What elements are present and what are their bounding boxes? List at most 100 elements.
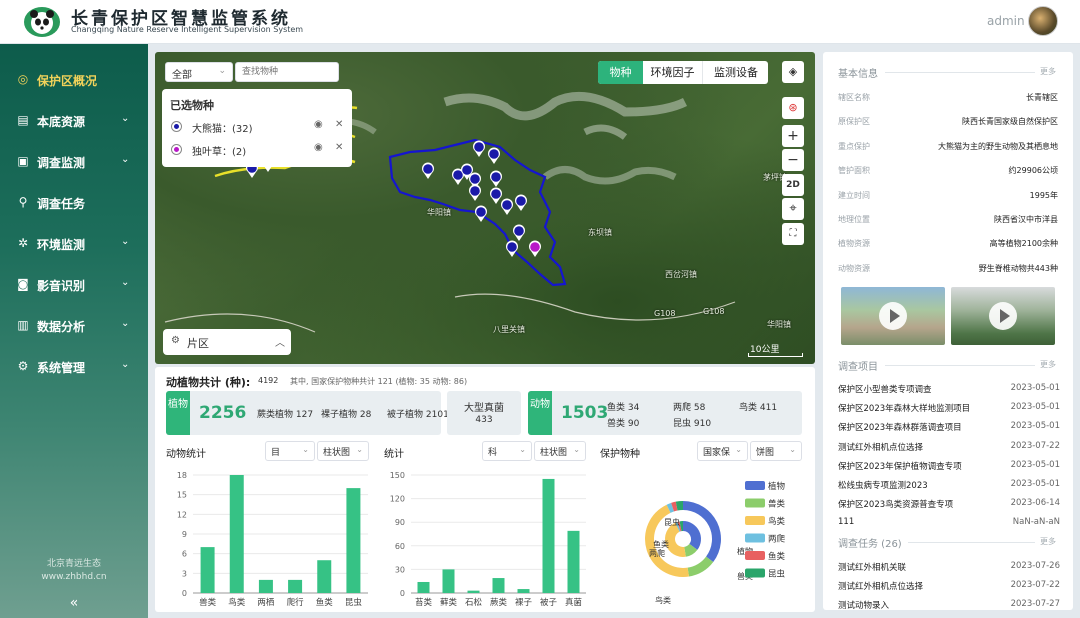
- animal-order-select[interactable]: 目 ⌄: [265, 441, 315, 461]
- species-search-input[interactable]: [235, 62, 339, 82]
- species-pin-icon[interactable]: [469, 184, 481, 201]
- sidebar-item-7[interactable]: ▥ 数据分析 ⌄: [0, 312, 148, 340]
- collapse-sidebar-icon[interactable]: «: [0, 595, 148, 611]
- projects-list-item[interactable]: 保护区2023鸟类资源普查专项 2023-06-14: [838, 496, 1060, 512]
- map-view[interactable]: 华阳镇东坝镇八里关镇茅坪镇西岔河镇华阳镇G108G108 全部 ⌄ 已选物种 大…: [155, 52, 815, 364]
- eye-icon[interactable]: ◉: [314, 142, 323, 153]
- zoom-out-icon[interactable]: −: [782, 149, 804, 171]
- 2d-toggle-button[interactable]: 2D: [782, 174, 804, 196]
- protected-chart-type-select[interactable]: 饼图 ⌄: [750, 441, 802, 461]
- compass-icon[interactable]: ⊛: [782, 97, 804, 119]
- selected-species-row: 独叶草：(2) ◉ ✕: [172, 142, 347, 158]
- sidebar-item-2[interactable]: ▤ 本底资源 ⌄: [0, 107, 148, 135]
- bar[interactable]: [517, 589, 530, 593]
- sidebar-item-6[interactable]: ◙ 影音识别 ⌄: [0, 271, 148, 299]
- close-icon[interactable]: ✕: [335, 142, 343, 153]
- bar[interactable]: [492, 578, 505, 593]
- animal-chart-type-select[interactable]: 柱状图 ⌄: [317, 441, 369, 461]
- bar[interactable]: [542, 478, 555, 593]
- species-pin-icon[interactable]: [422, 162, 434, 179]
- legend-label[interactable]: 兽类: [768, 499, 786, 510]
- info-more-link[interactable]: 更多: [1040, 66, 1056, 77]
- info-value: 野生脊椎动物共443种: [978, 263, 1058, 273]
- layers-icon[interactable]: ◈: [782, 61, 804, 83]
- bar[interactable]: [346, 488, 361, 593]
- projects-list-item[interactable]: 松线虫病专项监测2023 2023-05-01: [838, 477, 1060, 493]
- fullscreen-icon[interactable]: ⛶: [782, 223, 804, 245]
- projects-list-item[interactable]: 保护区2023年森林大样地监测项目 2023-05-01: [838, 400, 1060, 416]
- species-pin-icon[interactable]: [506, 240, 518, 257]
- bar[interactable]: [417, 581, 430, 593]
- sidebar-item-8[interactable]: ⚙ 系统管理 ⌄: [0, 353, 148, 381]
- bar[interactable]: [258, 579, 273, 593]
- plant-family-select[interactable]: 科 ⌄: [482, 441, 532, 461]
- avatar[interactable]: [1028, 6, 1058, 36]
- bar[interactable]: [229, 475, 244, 593]
- animal-bird: 鸟类 411: [739, 403, 778, 413]
- species-pin-icon[interactable]: [529, 240, 541, 257]
- bar[interactable]: [467, 590, 480, 593]
- close-icon[interactable]: ✕: [335, 119, 343, 130]
- play-icon[interactable]: [879, 302, 907, 330]
- tasks-more-link[interactable]: 更多: [1040, 536, 1056, 547]
- info-row: 动物资源 野生脊椎动物共443种: [838, 261, 1058, 277]
- zone-dropdown[interactable]: ⚙ 片区 ︿: [163, 329, 291, 355]
- fungi-label: 大型真菌: [464, 403, 504, 414]
- legend-label[interactable]: 昆虫: [768, 569, 786, 580]
- bar[interactable]: [567, 530, 580, 593]
- eye-icon[interactable]: ◉: [314, 119, 323, 130]
- bar[interactable]: [442, 569, 455, 593]
- y-tick-label: 15: [177, 491, 187, 500]
- pie-slice[interactable]: [687, 556, 714, 577]
- tab-devices[interactable]: 监测设备: [704, 61, 768, 84]
- filter-select[interactable]: 全部 ⌄: [165, 62, 233, 82]
- species-pin-icon[interactable]: [473, 140, 485, 157]
- species-pin-icon[interactable]: [487, 147, 501, 164]
- legend-swatch[interactable]: [745, 481, 765, 490]
- legend-swatch[interactable]: [745, 533, 765, 543]
- tasks-list-item[interactable]: 测试红外相机点位选择 2023-07-22: [838, 578, 1060, 594]
- species-pin-icon[interactable]: [501, 198, 513, 215]
- species-pin-icon[interactable]: [513, 224, 525, 241]
- sidebar-item-4[interactable]: ⚲ 调查任务: [0, 189, 148, 217]
- legend-swatch[interactable]: [745, 568, 765, 578]
- species-pin-icon[interactable]: [490, 170, 503, 187]
- legend-label[interactable]: 两爬: [768, 534, 786, 545]
- sidebar-item-5[interactable]: ✲ 环境监测 ⌄: [0, 230, 148, 258]
- video-thumbnail-village[interactable]: [841, 287, 945, 345]
- legend-swatch[interactable]: [745, 498, 765, 508]
- species-pin-icon[interactable]: [490, 187, 503, 204]
- projects-list-item[interactable]: 保护区2023年森林群落调查项目 2023-05-01: [838, 419, 1060, 435]
- bar[interactable]: [288, 579, 303, 593]
- projects-list-item[interactable]: 111 NaN-aN-aN: [838, 515, 1060, 531]
- projects-list-item[interactable]: 保护区小型兽类专项调查 2023-05-01: [838, 381, 1060, 397]
- x-tick-label: 昆虫: [345, 597, 363, 608]
- username[interactable]: admin: [987, 14, 1025, 28]
- legend-label[interactable]: 鱼类: [768, 551, 786, 562]
- zoom-in-icon[interactable]: +: [782, 125, 804, 147]
- locate-icon[interactable]: ⌖: [782, 198, 804, 220]
- bar[interactable]: [200, 547, 215, 593]
- play-icon[interactable]: [989, 302, 1017, 330]
- species-color-dot: [172, 145, 181, 154]
- legend-label[interactable]: 鸟类: [768, 516, 786, 527]
- legend-swatch[interactable]: [745, 551, 765, 560]
- protected-level-select[interactable]: 国家保 ⌄: [697, 441, 748, 461]
- tab-species[interactable]: 物种: [598, 61, 643, 84]
- sidebar-item-1[interactable]: ◎ 保护区概况: [0, 66, 148, 94]
- tasks-list-item[interactable]: 测试动物录入 2023-07-27: [838, 597, 1060, 613]
- video-thumbnail-forest[interactable]: [951, 287, 1055, 345]
- species-pin-icon[interactable]: [475, 205, 487, 222]
- tab-environment[interactable]: 环境因子: [643, 61, 703, 84]
- pie-slice[interactable]: [683, 521, 701, 550]
- species-pin-icon[interactable]: [515, 194, 527, 211]
- projects-list-item[interactable]: 保护区2023年保护植物调查专项 2023-05-01: [838, 458, 1060, 474]
- projects-more-link[interactable]: 更多: [1040, 359, 1056, 370]
- legend-label[interactable]: 植物: [768, 481, 786, 492]
- legend-swatch[interactable]: [745, 516, 765, 525]
- plant-chart-type-select[interactable]: 柱状图 ⌄: [534, 441, 586, 461]
- bar[interactable]: [317, 560, 332, 593]
- sidebar-item-3[interactable]: ▣ 调查监测 ⌄: [0, 148, 148, 176]
- projects-list-item[interactable]: 测试红外相机点位选择 2023-07-22: [838, 439, 1060, 455]
- tasks-list-item[interactable]: 测试红外相机关联 2023-07-26: [838, 559, 1060, 575]
